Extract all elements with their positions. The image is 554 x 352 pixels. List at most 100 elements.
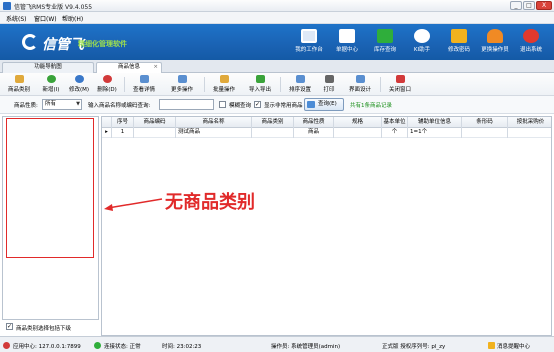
- batch-icon: [219, 75, 229, 83]
- column-header[interactable]: 序号: [112, 117, 134, 128]
- column-header[interactable]: 按批采购价: [508, 117, 551, 128]
- import-export-icon: [255, 75, 265, 83]
- toolbar-separator: [280, 77, 281, 92]
- grid-header: 序号 商品编码 商品名称 商品类别 商品性质 规格 基本单位 辅助单位信息 条形…: [102, 117, 551, 128]
- logo-mark-icon: [22, 34, 38, 50]
- folder-icon: [14, 75, 24, 83]
- fuzzy-query-checkbox[interactable]: [219, 101, 226, 108]
- table-cell: [334, 128, 382, 138]
- search-input[interactable]: [159, 99, 214, 110]
- title-bar: 信管飞RMS专业版 V9.4.055 _ □ X: [0, 0, 554, 12]
- message-center-link[interactable]: 消息提醒中心: [497, 342, 530, 350]
- message-icon: [488, 342, 495, 349]
- slogan: 精细化管理软件: [78, 40, 127, 48]
- book-icon: [377, 29, 393, 43]
- nav-exit[interactable]: 退出系统: [510, 26, 552, 60]
- annotation-text: 无商品类别: [165, 192, 255, 213]
- print-button[interactable]: 打印: [318, 75, 340, 94]
- nav-assistant[interactable]: KI助手: [401, 26, 443, 60]
- column-header[interactable]: 商品编码: [134, 117, 176, 128]
- menu-help[interactable]: 帮助(H): [62, 14, 83, 23]
- table-cell: [508, 128, 551, 138]
- add-button[interactable]: 新增(I): [38, 75, 64, 94]
- table-cell: 测试商品: [176, 128, 252, 138]
- table-cell: 商品: [294, 128, 334, 138]
- menu-system[interactable]: 系统(S): [6, 14, 27, 23]
- info-icon: [414, 29, 430, 43]
- tab-product-info[interactable]: 商品信息 ×: [96, 62, 162, 73]
- category-include-sub: ✓ 商品类别选择包括下级: [2, 320, 99, 334]
- view-detail-button[interactable]: 查看详情: [128, 75, 160, 94]
- operator-text: 操作员: 系统管理员(admin): [271, 344, 341, 350]
- sort-settings-button[interactable]: 排序设置: [284, 75, 316, 94]
- batch-button[interactable]: 批量操作: [208, 75, 240, 94]
- column-header[interactable]: 规格: [334, 117, 382, 128]
- search-icon: [307, 101, 315, 108]
- toolbar-separator: [204, 77, 205, 92]
- row-selector-header: [102, 117, 112, 128]
- include-subcategory-checkbox[interactable]: ✓: [6, 323, 13, 330]
- search-label: 输入商品名称或编码查询:: [88, 103, 151, 109]
- nature-select[interactable]: 所有 ▼: [42, 99, 82, 110]
- column-header[interactable]: 条形码: [462, 117, 508, 128]
- tab-bar: 功能导航图 商品信息 ×: [0, 60, 554, 73]
- show-uncommon-label: 显示非常用商品: [264, 103, 303, 109]
- tab-close-icon[interactable]: ×: [153, 63, 158, 72]
- record-count: 共有1条商品记录: [350, 103, 392, 109]
- column-header[interactable]: 基本单位: [382, 117, 408, 128]
- connection-status: 连接状态: 正常: [104, 344, 141, 350]
- lock-icon: [451, 29, 467, 43]
- user-icon: [487, 29, 503, 43]
- header-banner: 信管飞 精细化管理软件 我的工作台 单据中心 库存查询 KI助手 修改密码 更换…: [0, 24, 554, 60]
- restore-button[interactable]: □: [523, 1, 535, 10]
- annotation-arrow-icon: [104, 198, 163, 211]
- show-uncommon-checkbox[interactable]: ✓: [254, 101, 261, 108]
- ui-design-button[interactable]: 界面设计: [344, 75, 376, 94]
- toolbar-separator: [124, 77, 125, 92]
- nav-documents[interactable]: 单据中心: [326, 26, 368, 60]
- design-icon: [355, 75, 365, 83]
- tab-function-nav[interactable]: 功能导航图: [2, 62, 94, 73]
- edit-icon: [74, 75, 84, 83]
- status-bar: 应用中心: 127.0.0.1:7899 连接状态: 正常 时间: 23:02:…: [0, 336, 554, 352]
- view-icon: [139, 75, 149, 83]
- more-icon: [177, 75, 187, 83]
- category-button[interactable]: 商品类别: [4, 75, 34, 94]
- monitor-icon: [301, 29, 317, 43]
- window-title: 信管飞RMS专业版 V9.4.055: [14, 4, 93, 11]
- include-subcategory-label: 商品类别选择包括下级: [16, 326, 72, 332]
- delete-icon: [102, 75, 112, 83]
- app-icon: [3, 2, 11, 10]
- sort-icon: [295, 75, 305, 83]
- row-marker: ▸: [102, 128, 112, 138]
- toolbar-separator: [380, 77, 381, 92]
- toolbar: 商品类别 新增(I) 修改(M) 删除(D) 查看详情 更多操作 批量操作 导入…: [0, 73, 554, 96]
- edit-button[interactable]: 修改(M): [66, 75, 92, 94]
- close-window-button[interactable]: 关闭窗口: [384, 75, 416, 94]
- edition-text: 正式版 授权序列号: pl_zy: [382, 344, 446, 350]
- query-button[interactable]: 查询(E): [304, 98, 344, 111]
- delete-button[interactable]: 删除(D): [94, 75, 120, 94]
- table-cell: [252, 128, 294, 138]
- nature-label: 商品性质:: [14, 103, 38, 109]
- fuzzy-query-label: 模糊查询: [229, 103, 252, 109]
- column-header[interactable]: 商品名称: [176, 117, 252, 128]
- nav-inventory[interactable]: 库存查询: [364, 26, 406, 60]
- column-header[interactable]: 辅助单位信息: [408, 117, 462, 128]
- menu-window[interactable]: 窗口(W): [34, 14, 57, 23]
- minimize-button[interactable]: _: [510, 1, 522, 10]
- more-actions-button[interactable]: 更多操作: [166, 75, 198, 94]
- document-icon: [339, 29, 355, 43]
- connection-icon: [94, 342, 101, 349]
- clock-text: 时间: 23:02:23: [162, 344, 202, 350]
- close-button[interactable]: X: [536, 1, 552, 10]
- nav-workbench[interactable]: 我的工作台: [288, 26, 330, 60]
- column-header[interactable]: 商品类别: [252, 117, 294, 128]
- highlight-box: [6, 118, 94, 258]
- table-cell: [462, 128, 508, 138]
- server-icon: [3, 342, 10, 349]
- table-cell: 1: [112, 128, 134, 138]
- table-row[interactable]: ▸ 1 测试商品 商品 个 1=1个: [102, 128, 551, 138]
- import-export-button[interactable]: 导入导出: [244, 75, 276, 94]
- column-header[interactable]: 商品性质: [294, 117, 334, 128]
